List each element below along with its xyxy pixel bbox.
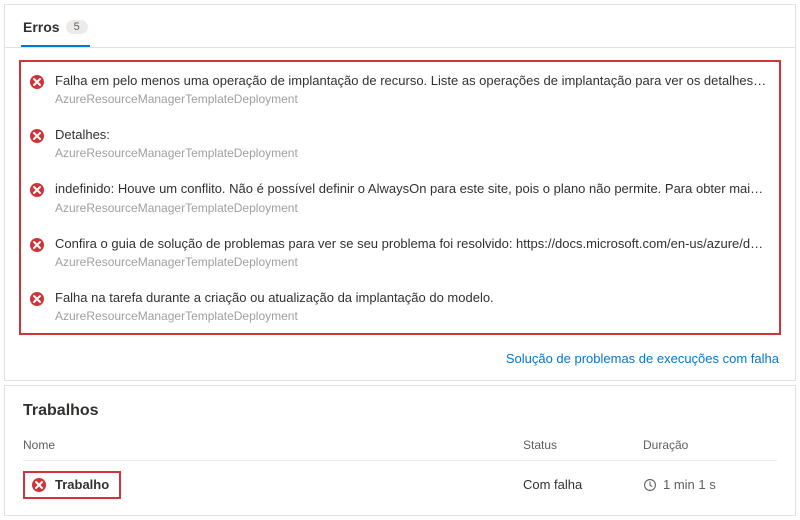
job-duration-cell: 1 min 1 s	[643, 477, 777, 492]
error-item[interactable]: Detalhes: AzureResourceManagerTemplateDe…	[21, 116, 779, 170]
clock-icon	[643, 478, 657, 492]
tab-errors[interactable]: Erros 5	[21, 13, 90, 47]
error-message: indefinido: Houve um conflito. Não é pos…	[55, 180, 767, 198]
error-message: Detalhes:	[55, 126, 767, 144]
error-icon	[29, 128, 45, 144]
error-icon	[31, 477, 47, 493]
job-row[interactable]: Trabalho Com falha 1 min 1 s	[23, 460, 777, 505]
error-icon	[29, 291, 45, 307]
error-item[interactable]: Falha na tarefa durante a criação ou atu…	[21, 279, 779, 333]
errors-highlight-box: Falha em pelo menos uma operação de impl…	[19, 60, 781, 335]
error-item[interactable]: Confira o guia de solução de problemas p…	[21, 225, 779, 279]
error-body: Detalhes: AzureResourceManagerTemplateDe…	[55, 126, 767, 160]
error-message: Confira o guia de solução de problemas p…	[55, 235, 767, 253]
job-duration: 1 min 1 s	[663, 477, 716, 492]
error-source: AzureResourceManagerTemplateDeployment	[55, 201, 767, 215]
error-message: Falha na tarefa durante a criação ou atu…	[55, 289, 767, 307]
error-body: Confira o guia de solução de problemas p…	[55, 235, 767, 269]
error-icon	[29, 74, 45, 90]
jobs-col-duration[interactable]: Duração	[643, 438, 777, 452]
troubleshoot-link[interactable]: Solução de problemas de execuções com fa…	[506, 351, 779, 366]
error-body: Falha em pelo menos uma operação de impl…	[55, 72, 767, 106]
error-source: AzureResourceManagerTemplateDeployment	[55, 309, 767, 323]
jobs-col-name[interactable]: Nome	[23, 438, 523, 452]
troubleshoot-link-container: Solução de problemas de execuções com fa…	[5, 345, 795, 380]
tab-errors-count: 5	[66, 20, 88, 34]
job-name-highlight: Trabalho	[23, 471, 121, 499]
jobs-panel: Trabalhos Nome Status Duração Trabalho C…	[4, 385, 796, 516]
error-item[interactable]: indefinido: Houve um conflito. Não é pos…	[21, 170, 779, 224]
tab-errors-label: Erros	[23, 19, 60, 35]
jobs-title: Trabalhos	[23, 402, 777, 420]
jobs-col-status[interactable]: Status	[523, 438, 643, 452]
error-source: AzureResourceManagerTemplateDeployment	[55, 255, 767, 269]
errors-panel: Erros 5 Falha em pelo menos uma operação…	[4, 4, 796, 381]
error-source: AzureResourceManagerTemplateDeployment	[55, 146, 767, 160]
error-icon	[29, 182, 45, 198]
tab-bar: Erros 5	[5, 5, 795, 48]
error-body: indefinido: Houve um conflito. Não é pos…	[55, 180, 767, 214]
job-status: Com falha	[523, 477, 643, 492]
job-name-cell: Trabalho	[23, 471, 523, 499]
error-icon	[29, 237, 45, 253]
error-item[interactable]: Falha em pelo menos uma operação de impl…	[21, 62, 779, 116]
error-body: Falha na tarefa durante a criação ou atu…	[55, 289, 767, 323]
error-message: Falha em pelo menos uma operação de impl…	[55, 72, 767, 90]
error-source: AzureResourceManagerTemplateDeployment	[55, 92, 767, 106]
jobs-header: Nome Status Duração	[23, 438, 777, 460]
job-name: Trabalho	[55, 477, 109, 492]
